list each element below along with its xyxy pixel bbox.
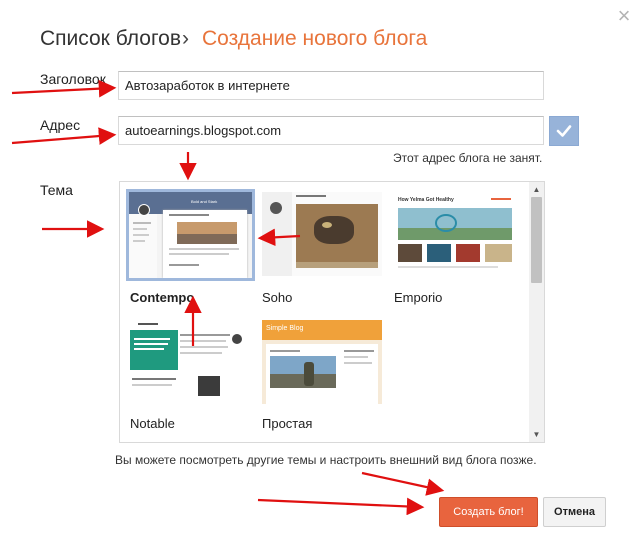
check-icon — [556, 125, 572, 137]
breadcrumb-blog-list[interactable]: Список блогов — [40, 27, 181, 51]
title-label: Заголовок — [40, 71, 106, 87]
theme-name-notable[interactable]: Notable — [130, 416, 175, 431]
cancel-button[interactable]: Отмена — [543, 497, 606, 527]
arrow-to-title — [11, 79, 117, 98]
page-title: Создание нового блога — [202, 27, 428, 50]
title-field[interactable]: Автозаработок в интернете — [118, 71, 544, 100]
scroll-thumb[interactable] — [531, 197, 542, 283]
theme-card-notable[interactable] — [128, 320, 248, 404]
simple-preview-title: Simple Blog — [266, 325, 304, 332]
arrow-to-address — [11, 127, 117, 145]
contempo-preview-title: Bold and Stark — [191, 199, 218, 204]
themes-note: Вы можете посмотреть другие темы и настр… — [115, 453, 537, 467]
arrow-to-create-button — [257, 497, 425, 516]
scroll-up-icon[interactable]: ▲ — [529, 183, 544, 197]
theme-name-soho[interactable]: Soho — [262, 290, 292, 305]
address-label: Адрес — [40, 117, 81, 133]
theme-card-simple[interactable]: Simple Blog — [262, 320, 382, 404]
create-blog-button[interactable]: Создать блог! — [439, 497, 538, 527]
theme-name-emporio[interactable]: Emporio — [394, 290, 442, 305]
address-status: Этот адрес блога не занят. — [393, 151, 543, 165]
theme-card-emporio[interactable]: How Yelma Got Healthy — [395, 192, 515, 274]
check-address-button[interactable] — [549, 116, 579, 146]
breadcrumb-separator: › — [182, 27, 189, 50]
arrow-to-note — [361, 471, 445, 496]
scroll-down-icon[interactable]: ▼ — [529, 428, 544, 442]
theme-name-simple[interactable]: Простая — [262, 416, 312, 431]
address-field[interactable]: autoearnings.blogspot.com — [118, 116, 544, 145]
emporio-preview-title: How Yelma Got Healthy — [398, 197, 454, 203]
theme-name-contempo[interactable]: Contempo — [130, 290, 194, 305]
theme-label: Тема — [40, 182, 73, 198]
theme-preview-contempo: Bold and Stark — [129, 192, 252, 278]
close-icon[interactable]: × — [614, 5, 634, 27]
theme-card-contempo[interactable]: Bold and Stark — [126, 189, 255, 281]
theme-card-soho[interactable] — [262, 192, 382, 276]
